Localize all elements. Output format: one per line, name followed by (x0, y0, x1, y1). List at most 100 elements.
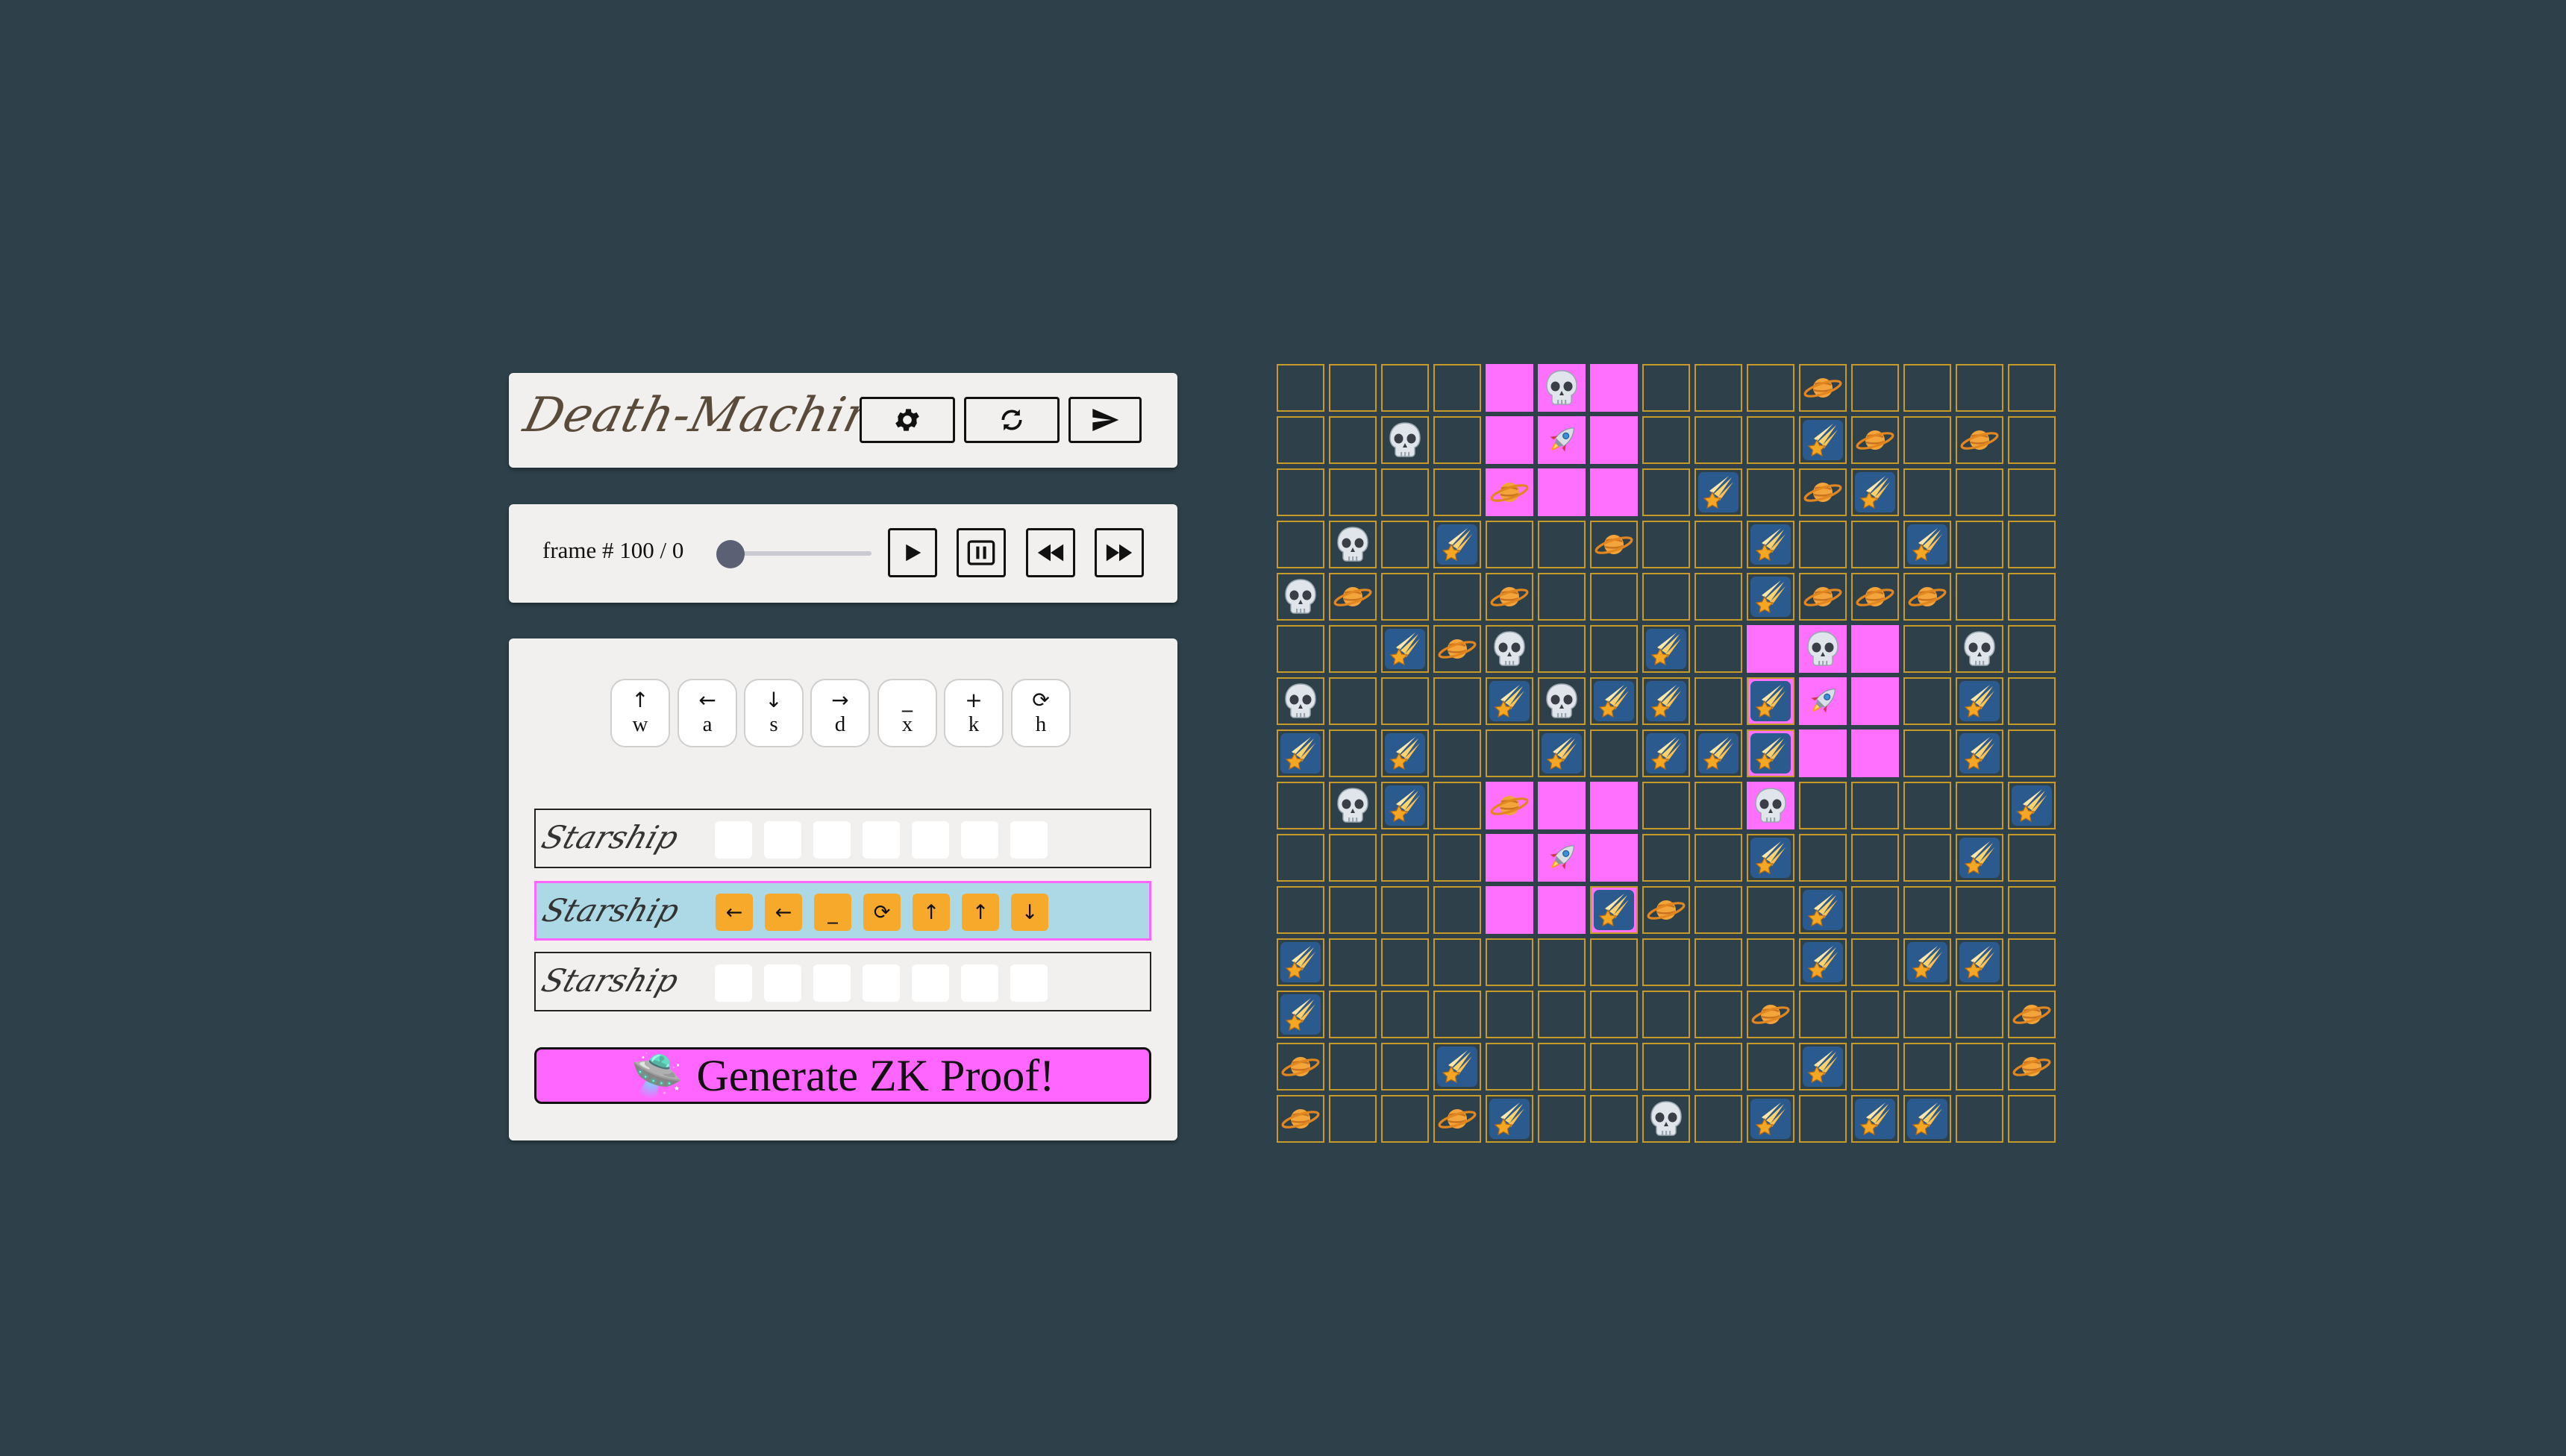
board-cell[interactable] (1590, 1095, 1638, 1143)
board-cell[interactable] (1695, 573, 1742, 621)
board-cell[interactable] (1695, 782, 1742, 829)
board-cell[interactable] (1747, 677, 1794, 725)
board-cell[interactable] (1329, 677, 1377, 725)
board-cell[interactable] (1799, 1095, 1847, 1143)
board-cell[interactable] (1329, 886, 1377, 934)
key-h[interactable]: ⟳ h (1011, 679, 1071, 747)
board-cell[interactable] (1799, 729, 1847, 777)
board-cell[interactable] (1486, 573, 1533, 621)
key-d[interactable]: → d (810, 679, 870, 747)
board-cell[interactable] (1381, 468, 1429, 516)
send-button[interactable] (1068, 397, 1142, 443)
board-cell[interactable] (1695, 468, 1742, 516)
board-cell[interactable] (1956, 468, 2003, 516)
board-cell[interactable] (2008, 991, 2056, 1038)
board-cell[interactable] (1642, 364, 1690, 412)
board-cell[interactable] (1642, 416, 1690, 464)
board-cell[interactable] (1590, 573, 1638, 621)
board-cell[interactable] (2008, 364, 2056, 412)
board-cell[interactable] (1956, 729, 2003, 777)
board-cell[interactable] (1381, 886, 1429, 934)
board-cell[interactable] (1851, 573, 1899, 621)
board-cell[interactable] (1433, 834, 1481, 882)
board-cell[interactable] (1329, 573, 1377, 621)
board-cell[interactable] (1642, 1043, 1690, 1091)
move-slot[interactable] (813, 821, 851, 859)
board-cell[interactable] (1747, 1043, 1794, 1091)
board-cell[interactable] (1799, 573, 1847, 621)
board-cell[interactable] (1903, 364, 1951, 412)
board-cell[interactable] (1277, 782, 1324, 829)
board-cell[interactable] (1486, 677, 1533, 725)
board-cell[interactable] (2008, 886, 2056, 934)
board-cell[interactable] (1642, 625, 1690, 673)
board-cell[interactable] (1329, 834, 1377, 882)
board-cell[interactable] (1642, 729, 1690, 777)
board-cell[interactable] (1903, 625, 1951, 673)
board-cell[interactable] (1486, 468, 1533, 516)
board-cell[interactable] (1381, 991, 1429, 1038)
board-cell[interactable] (1903, 468, 1951, 516)
board-cell[interactable] (1329, 521, 1377, 568)
board-cell[interactable] (1538, 938, 1586, 986)
board-cell[interactable] (1956, 834, 2003, 882)
board-cell[interactable] (1277, 625, 1324, 673)
board-cell[interactable] (1695, 625, 1742, 673)
board-cell[interactable] (1381, 364, 1429, 412)
move-slot[interactable] (961, 821, 998, 859)
board-cell[interactable] (1277, 364, 1324, 412)
board-cell[interactable] (1903, 834, 1951, 882)
board-cell[interactable] (1381, 938, 1429, 986)
board-cell[interactable] (1329, 416, 1377, 464)
board-cell[interactable] (1851, 468, 1899, 516)
board-cell[interactable] (1329, 468, 1377, 516)
board-cell[interactable] (2008, 677, 2056, 725)
board-cell[interactable] (1851, 834, 1899, 882)
board-cell[interactable] (1956, 1043, 2003, 1091)
move-slot[interactable]: ↓ (1011, 894, 1048, 931)
board-cell[interactable] (1851, 416, 1899, 464)
frame-slider-track[interactable] (730, 551, 871, 556)
board-cell[interactable] (1851, 782, 1899, 829)
move-slot[interactable]: ← (716, 894, 753, 931)
move-slot[interactable] (715, 821, 752, 859)
board-cell[interactable] (1486, 729, 1533, 777)
board-cell[interactable] (1433, 625, 1481, 673)
board-cell[interactable] (1538, 834, 1586, 882)
board-cell[interactable] (1747, 625, 1794, 673)
move-slot[interactable]: ⟳ (863, 894, 901, 931)
board-cell[interactable] (1799, 468, 1847, 516)
board-cell[interactable] (2008, 1095, 2056, 1143)
reset-button[interactable] (964, 397, 1060, 443)
board-cell[interactable] (1851, 521, 1899, 568)
board-cell[interactable] (1695, 364, 1742, 412)
board-cell[interactable] (1538, 573, 1586, 621)
move-slot[interactable] (715, 964, 752, 1002)
board-cell[interactable] (1486, 364, 1533, 412)
board-cell[interactable] (1590, 834, 1638, 882)
board-cell[interactable] (1695, 677, 1742, 725)
board-cell[interactable] (1590, 938, 1638, 986)
board-cell[interactable] (1642, 834, 1690, 882)
board-cell[interactable] (1799, 625, 1847, 673)
board-cell[interactable] (1433, 1043, 1481, 1091)
key-x[interactable]: _ x (877, 679, 937, 747)
board-cell[interactable] (1799, 991, 1847, 1038)
move-slot[interactable] (1010, 821, 1048, 859)
board-cell[interactable] (1799, 938, 1847, 986)
board-cell[interactable] (1642, 468, 1690, 516)
board-cell[interactable] (1903, 677, 1951, 725)
move-slot[interactable]: ↑ (962, 894, 999, 931)
board-cell[interactable] (1486, 886, 1533, 934)
board-cell[interactable] (1381, 729, 1429, 777)
generate-proof-button[interactable]: 🛸 Generate ZK Proof! (534, 1047, 1151, 1104)
board-cell[interactable] (1799, 886, 1847, 934)
board-cell[interactable] (1329, 782, 1377, 829)
board-cell[interactable] (1329, 991, 1377, 1038)
board-cell[interactable] (1851, 1095, 1899, 1143)
board-cell[interactable] (1956, 364, 2003, 412)
board-cell[interactable] (1590, 991, 1638, 1038)
move-slot[interactable]: ↑ (913, 894, 950, 931)
board-cell[interactable] (1277, 938, 1324, 986)
move-slot[interactable] (912, 821, 949, 859)
